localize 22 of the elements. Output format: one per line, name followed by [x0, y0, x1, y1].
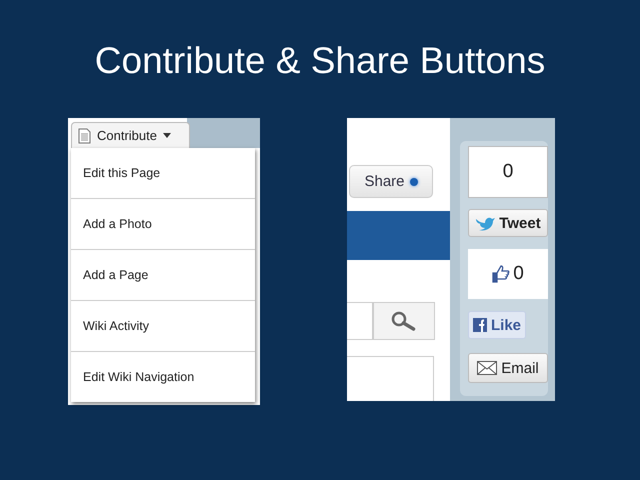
dot-icon: [410, 178, 418, 186]
menu-item[interactable]: Add a Photo: [71, 199, 255, 250]
slide-title: Contribute & Share Buttons: [94, 39, 546, 83]
menu-item[interactable]: Edit Wiki Navigation: [71, 352, 255, 402]
email-button[interactable]: Email: [468, 353, 548, 383]
document-icon: [78, 128, 91, 144]
envelope-icon: [477, 361, 498, 375]
contribute-button[interactable]: Contribute: [71, 122, 190, 148]
share-button[interactable]: Share: [349, 165, 433, 198]
facebook-icon: [473, 318, 487, 332]
tweet-button[interactable]: Tweet: [468, 209, 548, 237]
tweet-count: 0: [468, 146, 548, 198]
like-button[interactable]: Like: [468, 311, 526, 339]
search-button[interactable]: [373, 302, 435, 340]
thumbs-up-icon: [492, 265, 510, 283]
caret-icon: [162, 133, 171, 138]
bird-icon: [475, 216, 496, 230]
search-icon: [391, 311, 417, 331]
menu-item[interactable]: Wiki Activity: [71, 301, 255, 352]
like-count: 0: [468, 249, 548, 299]
menu-item[interactable]: Add a Page: [71, 250, 255, 301]
menu-item[interactable]: Edit this Page: [71, 148, 255, 199]
